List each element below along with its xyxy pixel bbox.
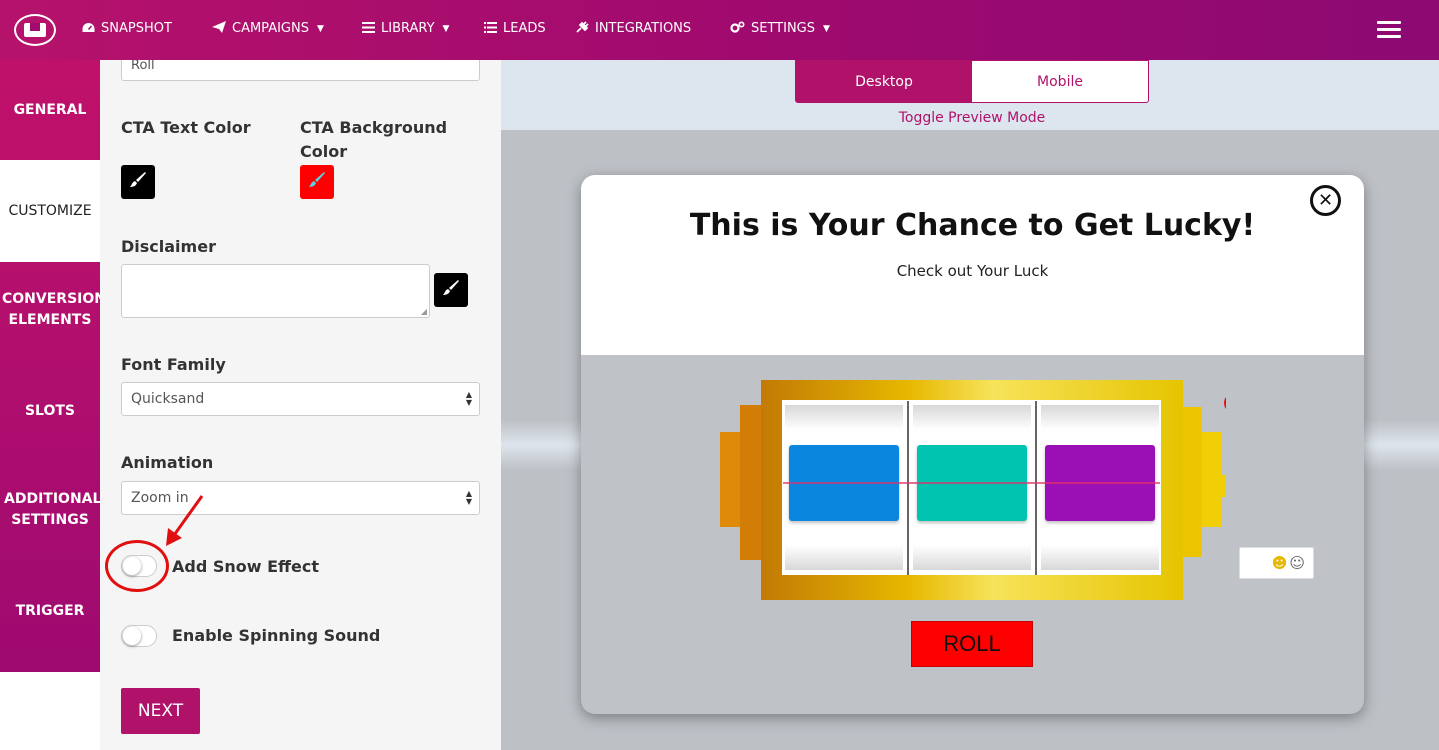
mobile-mode-button[interactable]: Mobile — [972, 61, 1148, 102]
resize-handle-icon[interactable]: ◢ — [421, 307, 427, 316]
disclaimer-label: Disclaimer — [121, 237, 216, 256]
roll-button[interactable]: ROLL — [911, 621, 1033, 667]
paintbrush-icon — [129, 171, 147, 193]
font-family-label: Font Family — [121, 355, 226, 374]
sidebar-item-label: ADDITIONAL SETTINGS — [4, 491, 102, 528]
payline — [783, 482, 1160, 484]
sidebar-item-customize[interactable]: CUSTOMIZE — [0, 160, 100, 262]
plug-icon — [576, 21, 589, 36]
close-icon[interactable]: ✕ — [1310, 185, 1341, 216]
cta-text-input[interactable]: Roll — [121, 60, 480, 81]
sidebar-item-label: TRIGGER — [15, 603, 85, 619]
cta-text-color-picker[interactable] — [121, 165, 155, 199]
nav-label: SNAPSHOT — [101, 21, 172, 36]
sidebar-item-trigger[interactable]: TRIGGER — [0, 601, 100, 622]
spinning-sound-label: Enable Spinning Sound — [172, 626, 381, 645]
customize-form-panel: Roll CTA Text Color CTA Background Color… — [100, 60, 501, 750]
nav-settings[interactable]: SETTINGS ▼ — [730, 21, 830, 36]
sidebar-item-slots[interactable]: SLOTS — [0, 401, 100, 422]
disclaimer-textarea[interactable]: ◢ — [121, 264, 430, 318]
nav-campaigns[interactable]: CAMPAIGNS ▼ — [212, 21, 324, 36]
hamburger-menu-icon[interactable] — [1377, 21, 1401, 39]
settings-sidebar: GENERAL CUSTOMIZE CONVERSION ELEMENTS SL… — [0, 60, 106, 672]
toggle-preview-mode-link[interactable]: Toggle Preview Mode — [795, 110, 1149, 126]
disclaimer-color-picker[interactable] — [434, 273, 468, 307]
sidebar-item-additional-settings[interactable]: ADDITIONAL SETTINGS — [0, 489, 102, 531]
dashboard-icon — [82, 22, 95, 36]
sidebar-item-label: CONVERSION ELEMENTS — [2, 291, 106, 328]
cta-bg-color-picker[interactable] — [300, 165, 334, 199]
smiley-icon: ☺ — [1289, 554, 1305, 572]
popup-title: This is Your Chance to Get Lucky! — [689, 208, 1256, 243]
chevron-down-icon: ▼ — [823, 23, 830, 34]
chevron-down-icon: ▼ — [316, 23, 324, 34]
top-navbar: SNAPSHOT CAMPAIGNS ▼ LIBRARY ▼ LEADS INT… — [0, 0, 1439, 60]
library-icon — [362, 21, 375, 36]
cta-bg-color-label: CTA Background Color — [300, 118, 448, 161]
list-icon — [484, 21, 497, 36]
sidebar-item-label: GENERAL — [13, 102, 87, 118]
animation-label: Animation — [121, 453, 214, 472]
sidebar-item-label: CUSTOMIZE — [8, 202, 92, 219]
preview-area: Desktop Mobile Toggle Preview Mode This … — [501, 60, 1439, 750]
nav-library[interactable]: LIBRARY ▼ — [362, 21, 449, 36]
desktop-mode-button[interactable]: Desktop — [796, 61, 972, 102]
font-family-select[interactable]: Quicksand ▲ ▼ — [121, 382, 480, 416]
chevron-down-icon: ▼ — [442, 23, 450, 34]
sidebar-item-general[interactable]: GENERAL — [0, 100, 100, 121]
emoji-picker-button[interactable]: ☻ ☺ — [1239, 547, 1314, 579]
cta-text-value: Roll — [131, 60, 155, 73]
nav-label: INTEGRATIONS — [595, 21, 692, 36]
sidebar-item-label: SLOTS — [24, 403, 76, 419]
nav-leads[interactable]: LEADS — [484, 21, 546, 36]
spinning-sound-toggle[interactable] — [121, 625, 157, 647]
popup-subtitle: Check out Your Luck — [896, 262, 1049, 280]
nav-snapshot[interactable]: SNAPSHOT — [82, 21, 172, 36]
nav-label: LIBRARY — [381, 21, 435, 36]
popup-header: This is Your Chance to Get Lucky! Check … — [581, 175, 1364, 355]
paintbrush-icon — [442, 279, 460, 301]
emoji-add-icon: ☻ — [1271, 554, 1288, 572]
font-family-value: Quicksand — [131, 391, 205, 407]
cogs-icon — [730, 21, 745, 36]
nav-integrations[interactable]: INTEGRATIONS — [576, 21, 691, 36]
slot-popup-preview: This is Your Chance to Get Lucky! Check … — [581, 175, 1364, 714]
sidebar-item-conversion-elements[interactable]: CONVERSION ELEMENTS — [0, 289, 106, 331]
cta-text-color-label: CTA Text Color — [121, 118, 251, 137]
select-arrows-icon: ▲ ▼ — [465, 489, 472, 506]
nav-label: LEADS — [503, 21, 546, 36]
app-logo[interactable] — [14, 14, 56, 46]
next-button[interactable]: NEXT — [121, 688, 200, 734]
nav-label: SETTINGS — [751, 21, 816, 36]
select-arrows-icon: ▲ ▼ — [465, 390, 472, 407]
nav-label: CAMPAIGNS — [232, 21, 309, 36]
snow-effect-label: Add Snow Effect — [172, 557, 319, 576]
preview-mode-toggle: Desktop Mobile — [795, 60, 1149, 103]
paper-plane-icon — [212, 21, 226, 36]
annotation-arrow-icon — [166, 495, 204, 546]
paintbrush-icon — [308, 171, 326, 193]
annotation-highlight-circle — [105, 540, 169, 592]
